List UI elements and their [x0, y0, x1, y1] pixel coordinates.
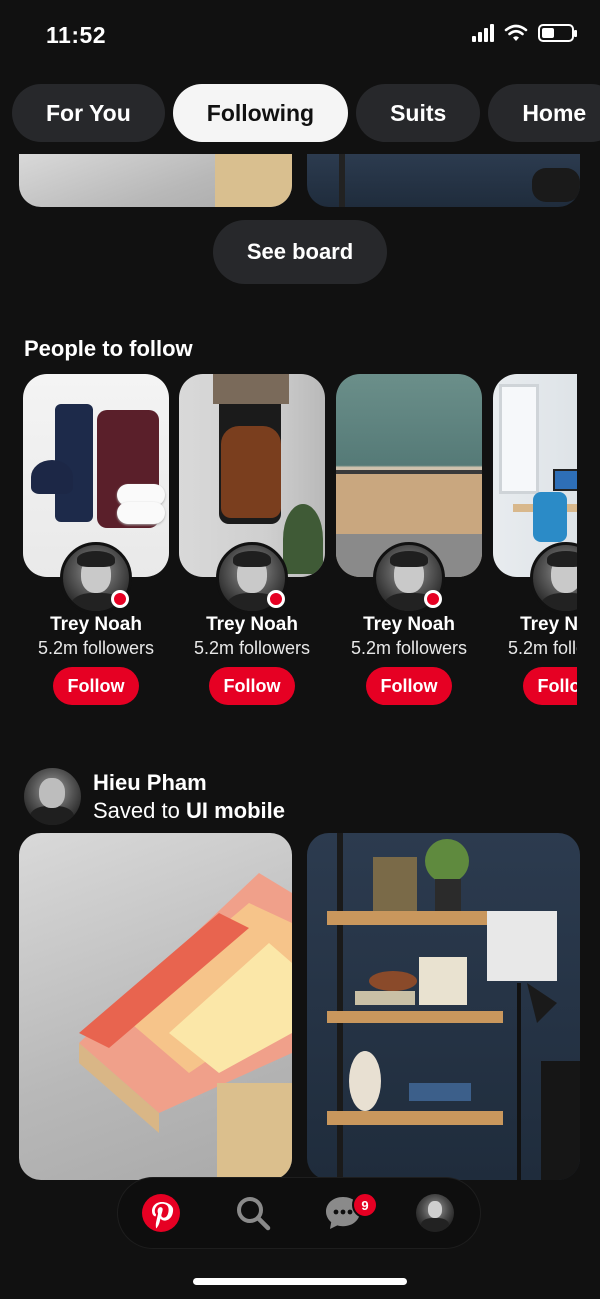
- status-bar: 11:52: [0, 0, 600, 72]
- search-icon[interactable]: [232, 1192, 274, 1234]
- online-status-icon: [111, 590, 129, 608]
- follow-button[interactable]: Follow: [209, 667, 295, 705]
- tab-following[interactable]: Following: [172, 84, 349, 142]
- follow-button[interactable]: Follow: [366, 667, 452, 705]
- tab-suits[interactable]: Suits: [356, 84, 481, 142]
- online-status-icon: [424, 590, 442, 608]
- online-status-icon: [267, 590, 285, 608]
- pin-image-shelf-top[interactable]: [307, 154, 580, 207]
- person-card[interactable]: Trey Noah 5.2m followers Follow: [179, 374, 325, 714]
- person-name[interactable]: Trey Noah: [179, 614, 325, 636]
- person-name[interactable]: Trey Noah: [493, 614, 577, 636]
- people-to-follow-title: People to follow: [24, 336, 193, 361]
- bottom-nav: [118, 1178, 480, 1248]
- profile-icon[interactable]: [414, 1192, 456, 1234]
- cellular-signal-icon: [472, 24, 494, 42]
- follow-button[interactable]: Follow: [53, 667, 139, 705]
- person-card[interactable]: Trey Noah 5.2m followers Follow: [493, 374, 577, 714]
- person-card[interactable]: Trey Noah 5.2m followers Follow: [23, 374, 169, 714]
- home-indicator[interactable]: [193, 1278, 407, 1285]
- person-followers: 5.2m followers: [507, 638, 577, 658]
- board-name[interactable]: UI mobile: [186, 798, 285, 823]
- pinterest-home-icon[interactable]: [140, 1192, 182, 1234]
- pin-image-bookshelf[interactable]: [307, 833, 580, 1180]
- follow-button[interactable]: Follow: [523, 667, 577, 705]
- person-name[interactable]: Trey Noah: [336, 614, 482, 636]
- wifi-icon: [504, 24, 528, 41]
- tab-for-you[interactable]: For You: [12, 84, 165, 142]
- person-card[interactable]: Trey Noah 5.2m followers Follow: [336, 374, 482, 714]
- avatar[interactable]: [24, 768, 81, 825]
- messages-badge: 9: [352, 1192, 378, 1218]
- see-board-button[interactable]: See board: [213, 220, 387, 284]
- pin-image-table[interactable]: [19, 833, 292, 1180]
- saved-to-prefix: Saved to: [93, 798, 180, 823]
- status-time: 11:52: [46, 22, 107, 48]
- battery-icon: [538, 24, 577, 42]
- status-icons: [472, 24, 577, 42]
- tab-home[interactable]: Home: [488, 84, 600, 142]
- pin-image-table-top[interactable]: [19, 154, 292, 207]
- feed-tabs: For You Following Suits Home: [12, 84, 600, 142]
- people-carousel[interactable]: Trey Noah 5.2m followers Follow Trey Noa…: [23, 374, 577, 714]
- saved-to-text: Saved to UI mobile: [93, 798, 285, 824]
- person-name[interactable]: Trey Noah: [23, 614, 169, 636]
- saver-name[interactable]: Hieu Pham: [93, 770, 207, 796]
